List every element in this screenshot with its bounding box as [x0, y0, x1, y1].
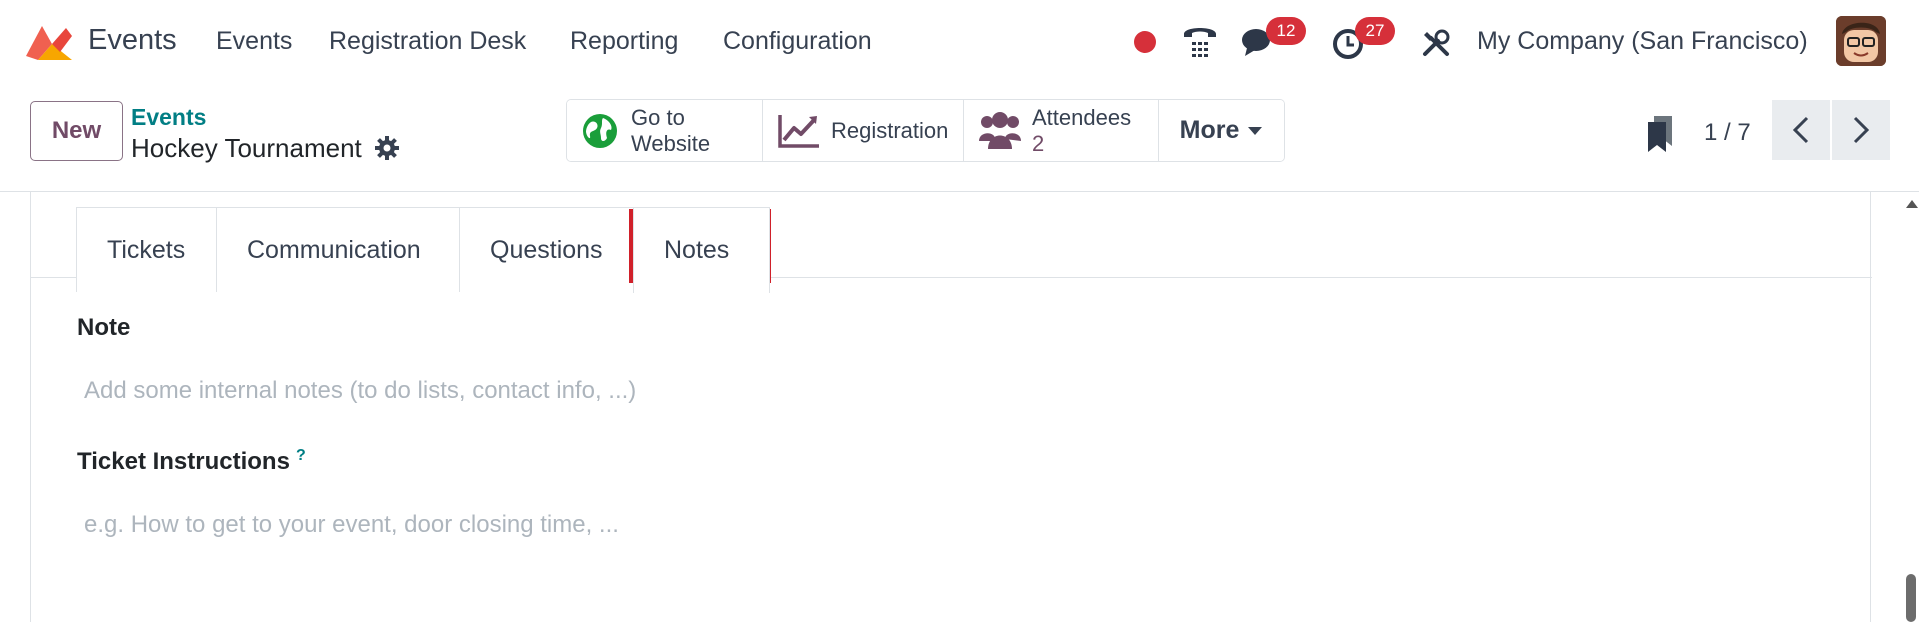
form-sheet: Tickets Communication Questions Notes No…	[30, 192, 1872, 622]
attendees-count: 2	[1032, 130, 1045, 156]
note-field[interactable]: Add some internal notes (to do lists, co…	[84, 377, 636, 405]
control-panel: New Events Hockey Tournament Go to Websi…	[0, 84, 1919, 192]
globe-icon	[583, 113, 617, 148]
notebook-tabs: Tickets Communication Questions Notes	[76, 207, 770, 293]
ticket-instructions-field[interactable]: e.g. How to get to your event, door clos…	[84, 511, 619, 539]
registration-label: Registration	[831, 117, 949, 143]
tab-notes[interactable]: Notes	[633, 207, 770, 293]
registration-button[interactable]: Registration	[763, 100, 964, 161]
new-button[interactable]: New	[30, 101, 123, 161]
tab-communication[interactable]: Communication	[216, 207, 460, 292]
scroll-up-arrow-icon[interactable]	[1906, 200, 1918, 208]
messages-badge: 12	[1266, 17, 1306, 45]
tab-questions[interactable]: Questions	[459, 207, 634, 292]
app-name[interactable]: Events	[88, 24, 177, 57]
more-label: More	[1179, 116, 1240, 144]
breadcrumb-events-link[interactable]: Events	[131, 104, 206, 131]
pager-next-button[interactable]	[1832, 100, 1890, 160]
more-dropdown[interactable]: More	[1159, 100, 1284, 161]
record-title: Hockey Tournament	[131, 133, 362, 163]
phone-icon[interactable]	[1180, 22, 1220, 60]
help-tooltip-icon[interactable]: ?	[296, 447, 306, 464]
activities-badge: 27	[1355, 17, 1395, 45]
chart-line-icon	[778, 114, 819, 148]
bookmark-icon[interactable]	[1645, 114, 1675, 154]
company-switcher[interactable]: My Company (San Francisco)	[1477, 27, 1808, 56]
menu-configuration[interactable]: Configuration	[723, 27, 872, 56]
go-to-website-button[interactable]: Go to Website	[567, 100, 763, 161]
chevron-right-icon	[1853, 116, 1870, 144]
attendees-button[interactable]: Attendees 2	[964, 100, 1159, 161]
website-label-line1: Go to	[631, 104, 685, 130]
attendees-label: Attendees	[1032, 104, 1132, 130]
website-label-line2: Website	[631, 130, 711, 156]
ticket-instructions-text: Ticket Instructions	[77, 448, 290, 475]
gear-icon[interactable]	[374, 135, 400, 161]
caret-down-icon	[1248, 126, 1263, 135]
pager-previous-button[interactable]	[1772, 100, 1830, 160]
scrollbar-thumb[interactable]	[1906, 574, 1916, 622]
app-logo-icon[interactable]	[24, 22, 74, 60]
menu-reporting[interactable]: Reporting	[570, 27, 678, 56]
user-avatar[interactable]	[1836, 16, 1886, 66]
users-icon	[979, 111, 1021, 149]
chevron-left-icon	[1792, 116, 1809, 144]
ticket-instructions-label: Ticket Instructions?	[77, 447, 306, 476]
menu-events[interactable]: Events	[216, 27, 292, 56]
menu-registration-desk[interactable]: Registration Desk	[329, 27, 526, 56]
record-dot-icon[interactable]	[1133, 30, 1157, 54]
smart-buttons: Go to Website Registration Attendees 2 M…	[566, 99, 1285, 162]
top-navbar: Events Events Registration Desk Reportin…	[0, 0, 1919, 84]
scrollbar[interactable]	[1899, 192, 1919, 622]
note-label: Note	[77, 314, 131, 341]
tools-icon[interactable]	[1421, 28, 1451, 58]
tab-tickets[interactable]: Tickets	[76, 207, 217, 292]
pager-value[interactable]: 1 / 7	[1704, 119, 1751, 147]
